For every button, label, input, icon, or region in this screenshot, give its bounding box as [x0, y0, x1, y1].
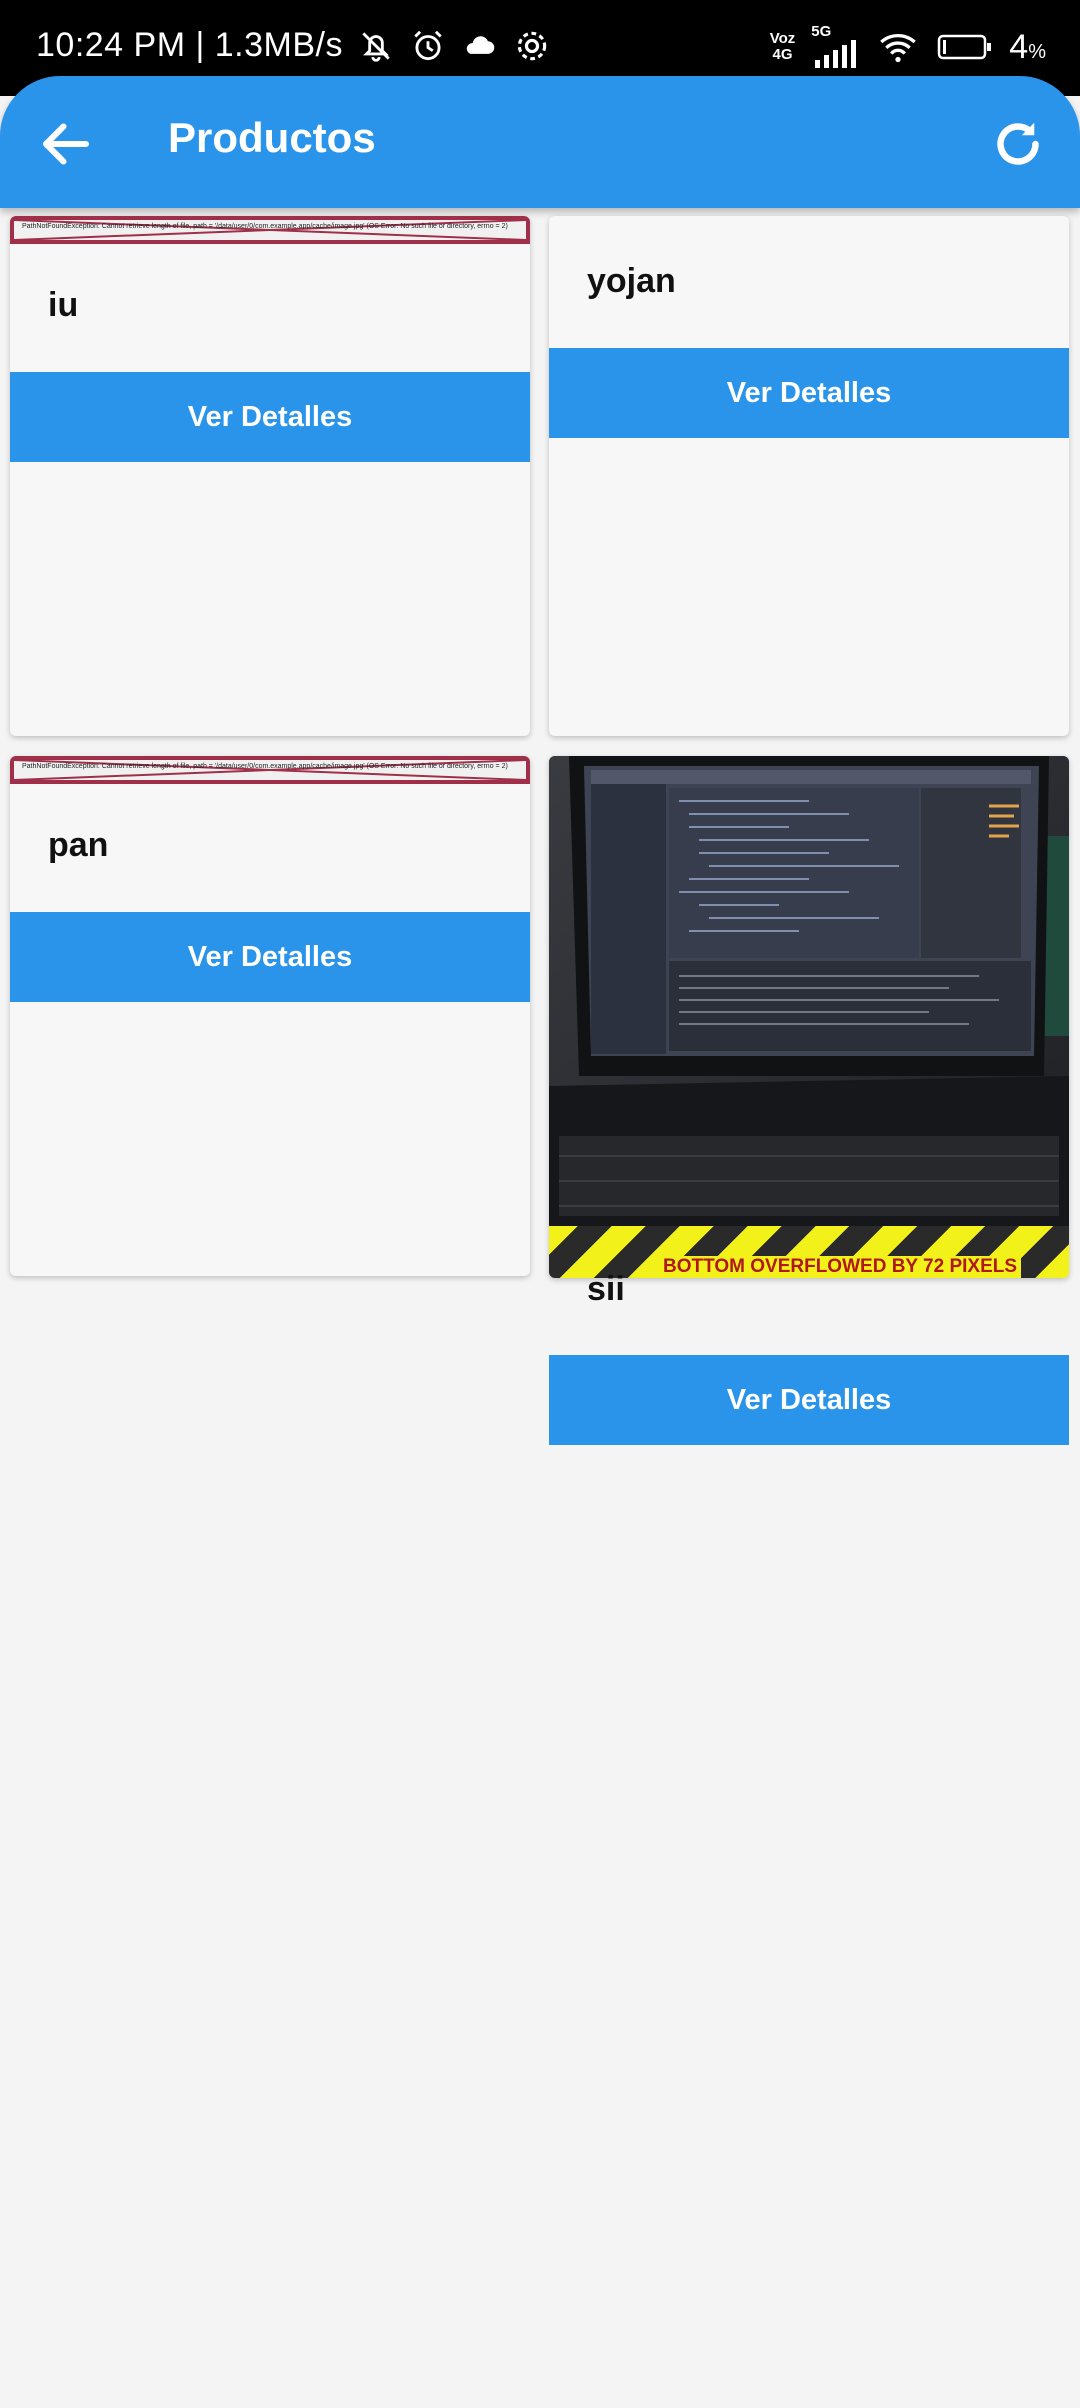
- image-error-text: PathNotFoundException: Cannot retrieve l…: [22, 223, 508, 230]
- ver-detalles-button[interactable]: Ver Detalles: [10, 372, 530, 462]
- refresh-icon[interactable]: [988, 114, 1048, 174]
- battery-icon: [938, 34, 992, 60]
- product-name: pan: [48, 826, 109, 864]
- overflow-warning-text: BOTTOM OVERFLOWED BY 72 PIXELS: [659, 1256, 1022, 1278]
- product-name: yojan: [587, 262, 676, 300]
- ver-detalles-button[interactable]: Ver Detalles: [549, 1355, 1069, 1445]
- cloud-icon: [466, 35, 495, 54]
- bell-off-icon: [362, 31, 390, 62]
- product-name: sii: [587, 1270, 625, 1308]
- image-error-box: PathNotFoundException: Cannot retrieve l…: [10, 756, 530, 784]
- alarm-icon: [414, 30, 442, 60]
- status-time: 10:24 PM | 1.3MB/s: [36, 26, 343, 64]
- laptop-photo-image: [549, 756, 1069, 1226]
- ver-detalles-button[interactable]: Ver Detalles: [549, 348, 1069, 438]
- signal-type-label: 5G: [811, 23, 832, 40]
- image-error-box: PathNotFoundException: Cannot retrieve l…: [10, 216, 530, 244]
- network-label: Voz 4G: [769, 30, 796, 63]
- image-error-text: PathNotFoundException: Cannot retrieve l…: [22, 763, 508, 770]
- signal-icon: [815, 40, 857, 68]
- app-bar: Productos: [0, 76, 1080, 208]
- wifi-icon: [880, 34, 917, 63]
- overflow-warning-strip: BOTTOM OVERFLOWED BY 72 PIXELS: [549, 1226, 1069, 1278]
- product-name: iu: [48, 286, 79, 324]
- battery-percent: 4%: [1009, 27, 1046, 66]
- product-card: BOTTOM OVERFLOWED BY 72 PIXELS: [549, 756, 1069, 1278]
- product-card: PathNotFoundException: Cannot retrieve l…: [10, 756, 530, 1276]
- settings-gear-icon: [517, 31, 547, 60]
- page-title: Productos: [168, 114, 376, 161]
- product-photo: [549, 756, 1069, 1226]
- product-card: yojan Ver Detalles: [549, 216, 1069, 736]
- ver-detalles-button[interactable]: Ver Detalles: [10, 912, 530, 1002]
- arrow-back-icon[interactable]: [36, 114, 96, 174]
- product-card: PathNotFoundException: Cannot retrieve l…: [10, 216, 530, 736]
